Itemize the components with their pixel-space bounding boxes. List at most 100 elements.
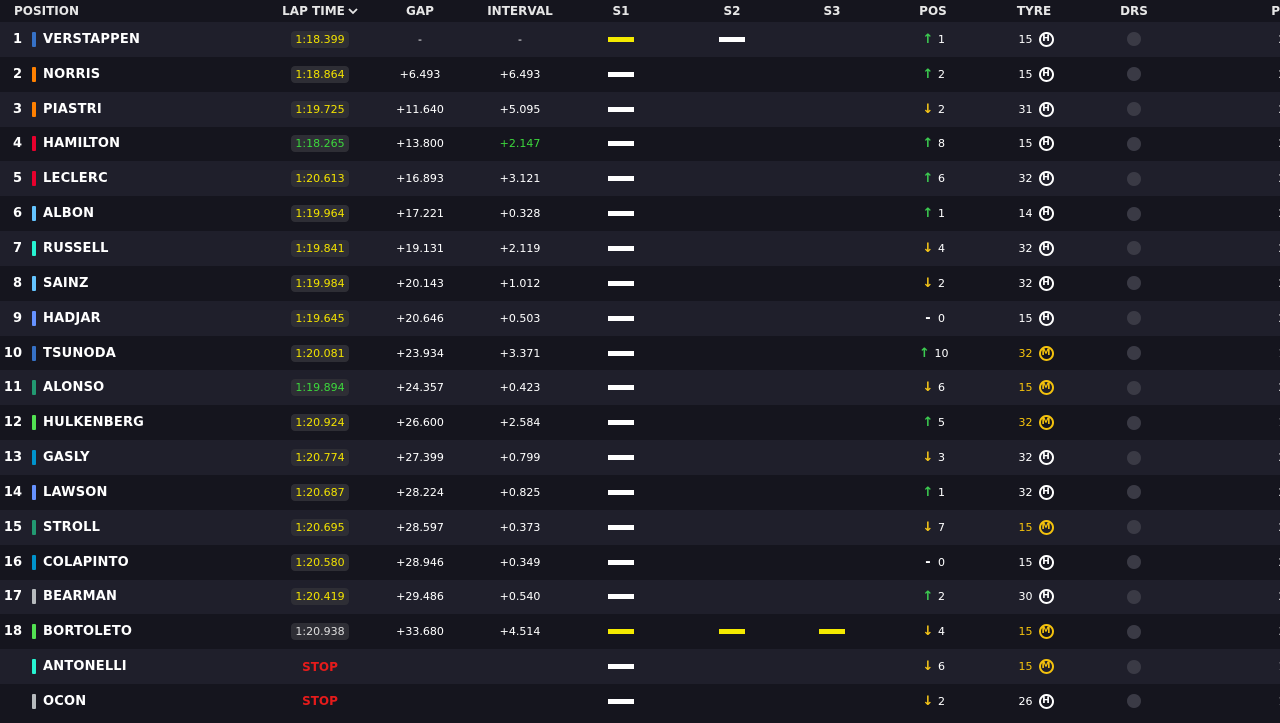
position-number: 16	[3, 554, 22, 570]
table-row[interactable]: 10 TSUNODA 1:20.081 +23.934 +3.371 ↑ 10 32 M 1	[0, 335, 1280, 371]
position-number: 6	[12, 206, 22, 222]
table-row[interactable]: 16 COLAPINTO 1:20.580 +28.946 +0.349 -0 15 H 2	[0, 544, 1280, 580]
positions-change-cell: ↓ 2	[882, 684, 984, 719]
table-row[interactable]: 6ALBON1:19.964+17.221+0.328↑114H2	[0, 196, 1280, 232]
lap-time: 1:19.964	[291, 205, 349, 223]
pit-cell: 2	[1184, 22, 1280, 57]
position-cell: 7 RUSSELL	[0, 231, 280, 266]
gap-value: +16.893	[396, 172, 444, 186]
header-lap-time[interactable]: LAP TIME	[280, 0, 360, 22]
drs-indicator-icon	[1127, 694, 1141, 709]
table-row[interactable]: 8SAINZ1:19.984+20.143+1.012↓232H2	[0, 265, 1280, 301]
table-row[interactable]: 11ALONSO1:19.894+24.357+0.423↓615M2	[0, 370, 1280, 406]
sector-s1	[560, 405, 682, 440]
table-row[interactable]: 13GASLY1:20.774+27.399+0.799↓332H2	[0, 440, 1280, 475]
positions-change-value: 6	[938, 381, 945, 395]
gap-value: +17.221	[396, 207, 444, 221]
lap-time-cell: 1:18.265	[280, 127, 360, 162]
table-header: POSITION LAP TIME GAP INTERVAL S1 S2 S3 …	[0, 0, 1280, 22]
interval-value: +2.584	[499, 416, 541, 430]
sector-s3	[782, 580, 882, 615]
drs-indicator-icon	[1127, 206, 1141, 221]
header-s3[interactable]: S3	[782, 0, 882, 22]
drs-indicator-icon	[1127, 450, 1141, 465]
drs-indicator-icon	[1127, 415, 1141, 430]
header-interval[interactable]: INTERVAL	[480, 0, 560, 22]
sector-s1-bar	[608, 385, 634, 391]
interval-value: +4.514	[499, 625, 541, 639]
tyre-hard-icon: H	[1038, 66, 1054, 82]
table-row[interactable]: 12HULKENBERG1:20.924+26.600+2.584↑532M1	[0, 405, 1280, 441]
tyre-medium-icon: M	[1038, 624, 1054, 640]
table-row[interactable]: 5LECLERC1:20.613+16.893+3.121↑632H2	[0, 161, 1280, 197]
driver-name: LAWSON	[43, 484, 108, 500]
header-pit[interactable]: PIT	[1184, 0, 1280, 22]
lap-time: 1:20.695	[291, 518, 349, 536]
header-gap[interactable]: GAP	[360, 0, 480, 22]
interval-value: +3.121	[499, 172, 541, 186]
positions-change-cell: ↑ 2	[882, 580, 984, 615]
sector-s1	[560, 370, 682, 405]
positions-change-cell: ↑ 1	[882, 196, 984, 231]
interval-value: +0.503	[499, 311, 541, 325]
interval-value: +2.147	[499, 137, 541, 151]
team-color-bar	[32, 31, 36, 47]
interval-cell: -	[480, 22, 560, 57]
tyre-hard-icon: H	[1038, 589, 1054, 605]
table-row[interactable]: 4HAMILTON1:18.265+13.800+2.147↑815H2	[0, 126, 1280, 162]
positions-change-value: 6	[938, 660, 945, 674]
driver-name: HADJAR	[43, 310, 101, 326]
sector-s2	[682, 336, 782, 371]
sector-s2	[682, 266, 782, 301]
header-pos[interactable]: POS	[882, 0, 984, 22]
gap-cell: +28.224	[360, 475, 480, 510]
interval-value: -	[518, 32, 522, 46]
pit-cell: 2	[1184, 301, 1280, 336]
table-row[interactable]: OCONSTOP↓226H1	[0, 684, 1280, 719]
table-row[interactable]: 18BORTOLETO1:20.938+33.680+4.514↓415M3	[0, 614, 1280, 650]
sector-s3	[782, 614, 882, 649]
table-row[interactable]: 9 HADJAR 1:19.645 +20.646 +0.503 -0 15 H 2	[0, 300, 1280, 336]
gap-cell: +27.399	[360, 440, 480, 475]
table-row[interactable]: ANTONELLISTOP↓615M1	[0, 649, 1280, 685]
tyre-cell: 30 H	[984, 580, 1084, 615]
pit-cell: 2	[1184, 510, 1280, 545]
arrow-up-icon: ↑	[919, 345, 930, 361]
table-row[interactable]: 15STROLL1:20.695+28.597+0.373↓715M2	[0, 509, 1280, 545]
header-drs[interactable]: DRS	[1084, 0, 1184, 22]
sector-s1-bar	[608, 664, 634, 670]
driver-name: SAINZ	[43, 275, 89, 291]
sector-s1	[560, 545, 682, 580]
interval-cell: +4.514	[480, 614, 560, 649]
table-row[interactable]: 3PIASTRI1:19.725+11.640+5.095↓231H2	[0, 91, 1280, 127]
table-row[interactable]: 17BEARMAN1:20.419+29.486+0.540↑230H2	[0, 579, 1280, 615]
header-position[interactable]: POSITION	[0, 0, 280, 22]
tyre-cell: 32 M	[984, 336, 1084, 371]
table-row[interactable]: 1VERSTAPPEN1:18.399--↑115H2	[0, 22, 1280, 57]
sector-s2	[682, 614, 782, 649]
lap-time: 1:18.864	[291, 65, 349, 83]
lap-time-cell: 1:20.580	[280, 545, 360, 580]
tyre-laps: 32	[1018, 416, 1033, 430]
positions-change-value: 2	[938, 590, 945, 604]
table-row[interactable]: 2NORRIS1:18.864+6.493+6.493↑215H2	[0, 56, 1280, 92]
tyre-cell: 32 H	[984, 161, 1084, 196]
chevron-down-icon	[348, 8, 358, 15]
header-tyre[interactable]: TYRE	[984, 0, 1084, 22]
pit-cell: 2	[1184, 127, 1280, 162]
position-cell: 4 HAMILTON	[0, 127, 280, 162]
table-row[interactable]: 14LAWSON1:20.687+28.224+0.825↑132H2	[0, 474, 1280, 510]
gap-cell: +16.893	[360, 161, 480, 196]
tyre-cell: 32 H	[984, 266, 1084, 301]
interval-value: +0.825	[499, 485, 541, 499]
sector-s2	[682, 161, 782, 196]
gap-cell: +11.640	[360, 92, 480, 127]
drs-indicator-icon	[1127, 520, 1141, 535]
lap-time: 1:20.774	[291, 449, 349, 467]
header-s1[interactable]: S1	[560, 0, 682, 22]
sector-s1	[560, 57, 682, 92]
table-row[interactable]: 7RUSSELL1:19.841+19.131+2.119↓432H2	[0, 231, 1280, 266]
position-cell: 17 BEARMAN	[0, 580, 280, 615]
header-s2[interactable]: S2	[682, 0, 782, 22]
positions-change-value: 4	[938, 241, 945, 255]
